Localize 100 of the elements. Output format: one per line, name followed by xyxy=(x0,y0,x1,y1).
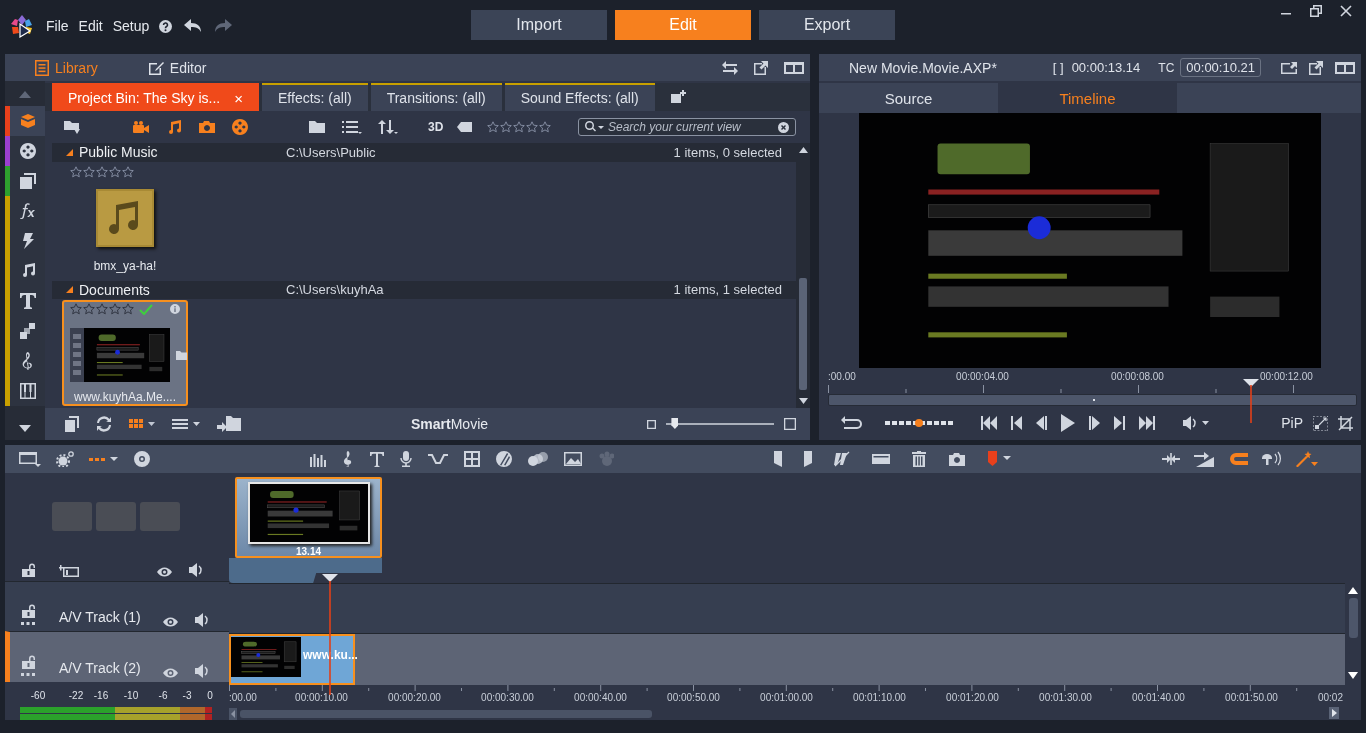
shuttle-slider[interactable] xyxy=(885,418,953,428)
sort-icon[interactable] xyxy=(378,120,398,134)
split-icon[interactable] xyxy=(834,451,850,467)
star-rating[interactable] xyxy=(487,121,552,133)
tab[interactable]: Source xyxy=(819,83,998,113)
eye-icon[interactable] xyxy=(157,567,172,578)
eye-icon[interactable] xyxy=(163,668,178,678)
list-view-icon[interactable] xyxy=(342,120,362,134)
tab[interactable]: Project Bin: The Sky is... × xyxy=(52,83,259,111)
media-item[interactable]: www.kuyhAa.Me.... xyxy=(62,300,188,406)
tab[interactable]: Effects: (all) xyxy=(262,83,368,111)
menu-item[interactable]: File xyxy=(46,18,69,34)
next-marker-icon[interactable] xyxy=(1114,416,1125,430)
image-icon[interactable] xyxy=(564,451,582,467)
slider-thumb[interactable] xyxy=(671,418,679,429)
tag-icon[interactable] xyxy=(457,121,474,133)
undock-icon[interactable] xyxy=(1309,60,1323,75)
lock-icon[interactable] xyxy=(21,655,35,669)
camera-icon[interactable] xyxy=(948,451,966,467)
overlapping-circles-icon[interactable] xyxy=(528,451,548,467)
ripple-icon[interactable] xyxy=(1194,451,1214,467)
scrollbar-thumb[interactable] xyxy=(1348,598,1358,638)
lock-icon[interactable] xyxy=(21,563,35,578)
layout-icon[interactable] xyxy=(784,61,804,74)
redo-icon[interactable] xyxy=(214,19,233,33)
resize-icon[interactable] xyxy=(1313,415,1328,431)
skip-to-end-icon[interactable] xyxy=(1139,416,1155,430)
dots-icon[interactable] xyxy=(21,673,35,676)
slider-thumb[interactable] xyxy=(915,419,923,427)
marker-in-icon[interactable] xyxy=(774,451,782,467)
scroll-right-icon[interactable] xyxy=(1329,707,1339,719)
grid-layout-icon[interactable] xyxy=(464,451,480,467)
pip-button[interactable]: PiP xyxy=(1281,415,1303,431)
magnet-icon[interactable] xyxy=(1228,451,1248,467)
media-item[interactable]: bmx_ya-ha! xyxy=(62,162,188,279)
tab[interactable]: Sound Effects: (all) xyxy=(504,83,655,111)
undock-icon[interactable] xyxy=(754,60,768,75)
undo-icon[interactable] xyxy=(184,19,203,33)
previous-marker-icon[interactable] xyxy=(1011,416,1022,430)
timecode-field[interactable]: 00:00:10.21 xyxy=(1180,58,1261,77)
marker-out-icon[interactable] xyxy=(804,451,812,467)
sync-icon[interactable] xyxy=(96,416,112,432)
add-tab-icon[interactable] xyxy=(669,90,686,104)
scroll-up-icon[interactable] xyxy=(1348,587,1358,594)
volume-icon[interactable] xyxy=(1183,416,1209,430)
external-display-icon[interactable] xyxy=(1281,61,1297,74)
close-button[interactable]: × xyxy=(234,89,243,107)
star-rating[interactable] xyxy=(70,303,134,315)
mode-button[interactable]: Import xyxy=(471,10,607,40)
marker-flag-icon[interactable] xyxy=(988,451,1012,467)
microphone-icon[interactable] xyxy=(400,451,412,467)
info-icon[interactable] xyxy=(170,304,180,314)
layout-icon[interactable] xyxy=(1335,61,1355,74)
restore-icon[interactable] xyxy=(1310,5,1322,17)
menu-item[interactable]: Edit xyxy=(78,18,103,34)
treble-clef-icon[interactable] xyxy=(342,451,354,467)
collapse-triangle-icon[interactable] xyxy=(66,286,73,294)
play-icon[interactable] xyxy=(1061,414,1075,432)
film-reel-icon[interactable] xyxy=(232,119,248,135)
loop-icon[interactable] xyxy=(841,416,863,430)
search-icon[interactable] xyxy=(585,121,605,133)
list-view-icon[interactable] xyxy=(172,418,200,430)
video-clip[interactable]: 13.14 xyxy=(235,477,382,558)
3d-toggle[interactable]: 3D xyxy=(428,120,444,134)
scroll-down-icon[interactable] xyxy=(1348,672,1358,679)
skip-to-start-icon[interactable] xyxy=(981,416,997,430)
scroll-left-icon[interactable] xyxy=(229,708,237,720)
speaker-icon[interactable] xyxy=(195,664,210,678)
mode-button[interactable]: Export xyxy=(759,10,895,40)
grid-view-icon[interactable] xyxy=(129,418,155,430)
speaker-icon[interactable] xyxy=(189,563,204,578)
group-name[interactable]: Documents xyxy=(79,281,150,298)
volume-wave-icon[interactable] xyxy=(1262,451,1282,467)
dots-icon[interactable] xyxy=(21,621,35,625)
search-field[interactable]: Search your current view xyxy=(578,118,796,136)
camera-icon[interactable] xyxy=(198,120,216,134)
view-tab[interactable]: Editor xyxy=(147,59,207,76)
film-reel-icon[interactable] xyxy=(19,142,37,160)
track-header[interactable]: A/V Track (2) xyxy=(5,630,229,682)
folder-icon[interactable] xyxy=(308,120,326,134)
piano-keys-icon[interactable] xyxy=(19,382,37,400)
magic-wand-icon[interactable] xyxy=(1296,451,1318,467)
stacked-pages-icon[interactable] xyxy=(19,172,37,190)
send-to-folder-icon[interactable] xyxy=(217,415,241,433)
import-folder-icon[interactable] xyxy=(63,119,81,135)
text-icon[interactable] xyxy=(370,451,384,467)
lock-icon[interactable] xyxy=(21,603,35,618)
menu-item[interactable]: Setup xyxy=(112,18,150,34)
view-tab[interactable]: Library xyxy=(35,59,98,76)
close-icon[interactable] xyxy=(1340,5,1352,17)
title-text-icon[interactable] xyxy=(19,292,37,310)
monitor-icon[interactable] xyxy=(19,451,41,467)
camcorder-icon[interactable] xyxy=(132,120,150,134)
razor-icon[interactable] xyxy=(872,451,890,467)
edit-icon[interactable] xyxy=(147,59,164,76)
audio-bars-icon[interactable] xyxy=(310,451,326,467)
clear-icon[interactable] xyxy=(778,121,789,133)
squares-icon[interactable] xyxy=(19,322,37,340)
help-icon[interactable] xyxy=(159,19,173,33)
collapse-icon[interactable] xyxy=(1162,451,1180,467)
